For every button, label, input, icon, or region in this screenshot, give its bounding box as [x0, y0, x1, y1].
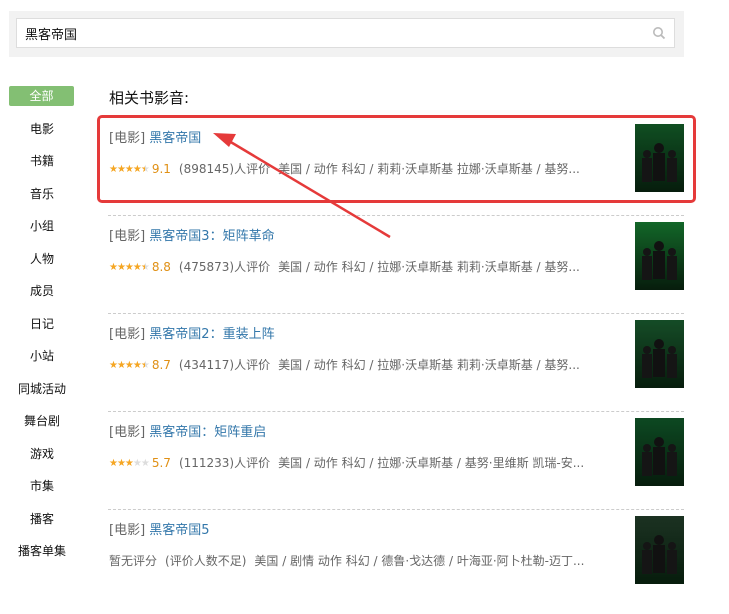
sidebar-item-7[interactable]: 日记	[9, 314, 75, 334]
search-bar-container	[9, 11, 684, 57]
sidebar-item-13[interactable]: 播客	[9, 509, 75, 529]
poster-figures-icon	[635, 516, 684, 584]
search-box	[16, 18, 675, 48]
rating-stars-icon: ★★★★★	[109, 262, 150, 273]
movie-poster-image[interactable]	[635, 222, 684, 290]
result-title[interactable]: [电影] 黑客帝国5	[109, 519, 210, 538]
rating-score: 5.7	[151, 456, 171, 470]
result-item: [电影] 黑客帝国3：矩阵革命 ★★★★★ 8.8 (475873)人评价 美国 / 动…	[108, 216, 684, 314]
movie-poster-image[interactable]	[635, 320, 684, 388]
result-title-link[interactable]: 黑客帝国2：重装上阵	[149, 327, 274, 342]
rating-stars-icon: ★★★★★	[109, 458, 150, 469]
sidebar-item-9[interactable]: 同城活动	[9, 379, 75, 399]
movie-poster-image[interactable]	[635, 516, 684, 584]
sidebar-item-0[interactable]: 全部	[9, 86, 74, 106]
rating-count: (评价人数不足)	[165, 554, 247, 568]
sidebar-item-5[interactable]: 人物	[9, 249, 75, 269]
result-category: [电影]	[109, 229, 146, 244]
result-info: 美国 / 剧情 动作 科幻 / 德鲁·戈达德 / 叶海亚·阿卜杜勒-迈丁...	[254, 554, 585, 568]
sidebar-item-1[interactable]: 电影	[9, 119, 75, 139]
result-title-link[interactable]: 黑客帝国5	[149, 523, 209, 538]
sidebar-item-4[interactable]: 小组	[9, 216, 75, 236]
sidebar-item-6[interactable]: 成员	[9, 281, 75, 301]
sidebar-item-14[interactable]: 播客单集	[9, 541, 75, 561]
sidebar-item-3[interactable]: 音乐	[9, 184, 75, 204]
result-title[interactable]: [电影] 黑客帝国3：矩阵革命	[109, 225, 275, 244]
movie-poster-image[interactable]	[635, 418, 684, 486]
result-item: [电影] 黑客帝国5 暂无评分 (评价人数不足) 美国 / 剧情 动作 科幻 / 德鲁…	[108, 510, 684, 608]
rating-score: 8.8	[151, 260, 171, 274]
sidebar-item-8[interactable]: 小站	[9, 346, 75, 366]
search-icon[interactable]	[652, 26, 666, 40]
rating-count: (111233)人评价	[178, 456, 271, 470]
result-title-link[interactable]: 黑客帝国3：矩阵革命	[149, 229, 274, 244]
result-info: 美国 / 动作 科幻 / 拉娜·沃卓斯基 莉莉·沃卓斯基 / 基努...	[278, 358, 580, 372]
highlight-box	[97, 115, 696, 203]
search-input[interactable]	[25, 24, 625, 42]
rating-score: 8.7	[151, 358, 171, 372]
result-title[interactable]: [电影] 黑客帝国：矩阵重启	[109, 421, 266, 440]
poster-figures-icon	[635, 418, 684, 486]
result-meta: ★★★★★ 8.7 (434117)人评价 美国 / 动作 科幻 / 拉娜·沃卓斯基 …	[109, 356, 619, 373]
sidebar-item-2[interactable]: 书籍	[9, 151, 75, 171]
result-meta: 暂无评分 (评价人数不足) 美国 / 剧情 动作 科幻 / 德鲁·戈达德 / 叶海亚…	[109, 552, 619, 569]
poster-figures-icon	[635, 320, 684, 388]
poster-figures-icon	[635, 222, 684, 290]
result-title[interactable]: [电影] 黑客帝国2：重装上阵	[109, 323, 275, 342]
result-item: [电影] 黑客帝国2：重装上阵 ★★★★★ 8.7 (434117)人评价 美国 / 动…	[108, 314, 684, 412]
result-category: [电影]	[109, 425, 146, 440]
no-rating-label: 暂无评分	[109, 554, 158, 568]
result-meta: ★★★★★ 5.7 (111233)人评价 美国 / 动作 科幻 / 拉娜·沃卓斯基 …	[109, 454, 619, 471]
sidebar-item-12[interactable]: 市集	[9, 476, 75, 496]
sidebar-item-11[interactable]: 游戏	[9, 444, 75, 464]
rating-count: (434117)人评价	[178, 358, 271, 372]
result-category: [电影]	[109, 523, 146, 538]
result-item: [电影] 黑客帝国：矩阵重启 ★★★★★ 5.7 (111233)人评价 美国 / 动作…	[108, 412, 684, 510]
result-info: 美国 / 动作 科幻 / 拉娜·沃卓斯基 / 基努·里维斯 凯瑞-安...	[278, 456, 585, 470]
rating-count: (475873)人评价	[178, 260, 271, 274]
result-category: [电影]	[109, 327, 146, 342]
result-info: 美国 / 动作 科幻 / 拉娜·沃卓斯基 莉莉·沃卓斯基 / 基努...	[278, 260, 580, 274]
rating-stars-icon: ★★★★★	[109, 360, 150, 371]
section-title: 相关书影音:	[109, 89, 190, 107]
sidebar-item-10[interactable]: 舞台剧	[9, 411, 75, 431]
category-sidebar: 全部电影书籍音乐小组人物成员日记小站同城活动舞台剧游戏市集播客播客单集	[9, 86, 75, 574]
result-title-link[interactable]: 黑客帝国：矩阵重启	[149, 425, 266, 440]
result-meta: ★★★★★ 8.8 (475873)人评价 美国 / 动作 科幻 / 拉娜·沃卓斯基 …	[109, 258, 619, 275]
